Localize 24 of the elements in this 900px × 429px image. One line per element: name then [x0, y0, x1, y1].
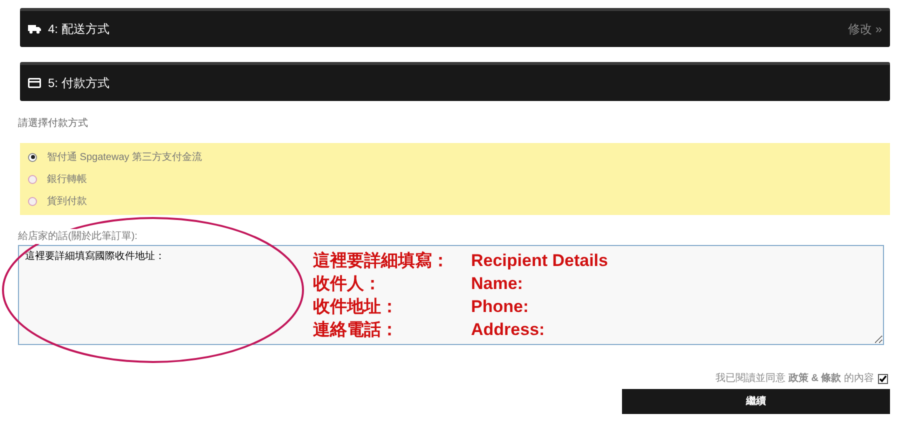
radio-button[interactable] [28, 152, 37, 162]
message-label: 給店家的話(關於此筆訂單): [18, 229, 138, 244]
annotation-text: 這裡要詳細填寫： [313, 250, 450, 272]
credit-card-icon [28, 78, 41, 88]
payment-option[interactable]: 銀行轉帳 [28, 172, 882, 186]
annotation-text: Address: [471, 319, 546, 341]
payment-option[interactable]: 貨到付款 [28, 194, 882, 208]
annotation-text: Recipient Details [471, 250, 608, 272]
payment-prompt: 請選擇付款方式 [18, 116, 89, 131]
radio-button[interactable] [28, 196, 37, 206]
annotation-text: 收件地址： [313, 296, 399, 318]
annotation-text: Phone: [471, 296, 530, 318]
agreement-text: 我已閱讀並同意 政策 & 條款 的內容 [716, 372, 874, 386]
step-title: 4: 配送方式 [48, 21, 110, 38]
edit-link[interactable]: 修改 » [848, 20, 882, 38]
annotation-text: 收件人： [313, 273, 382, 295]
truck-icon [28, 24, 41, 34]
radio-button[interactable] [28, 174, 37, 184]
annotation-text: 連絡電話： [313, 319, 399, 341]
annotation-text: Name: [471, 273, 524, 295]
payment-option[interactable]: 智付通 Spgateway 第三方支付金流 [28, 150, 882, 164]
agreement-checkbox[interactable] [878, 374, 888, 384]
continue-button[interactable]: 繼續 [622, 389, 890, 414]
step-title: 5: 付款方式 [48, 75, 110, 92]
